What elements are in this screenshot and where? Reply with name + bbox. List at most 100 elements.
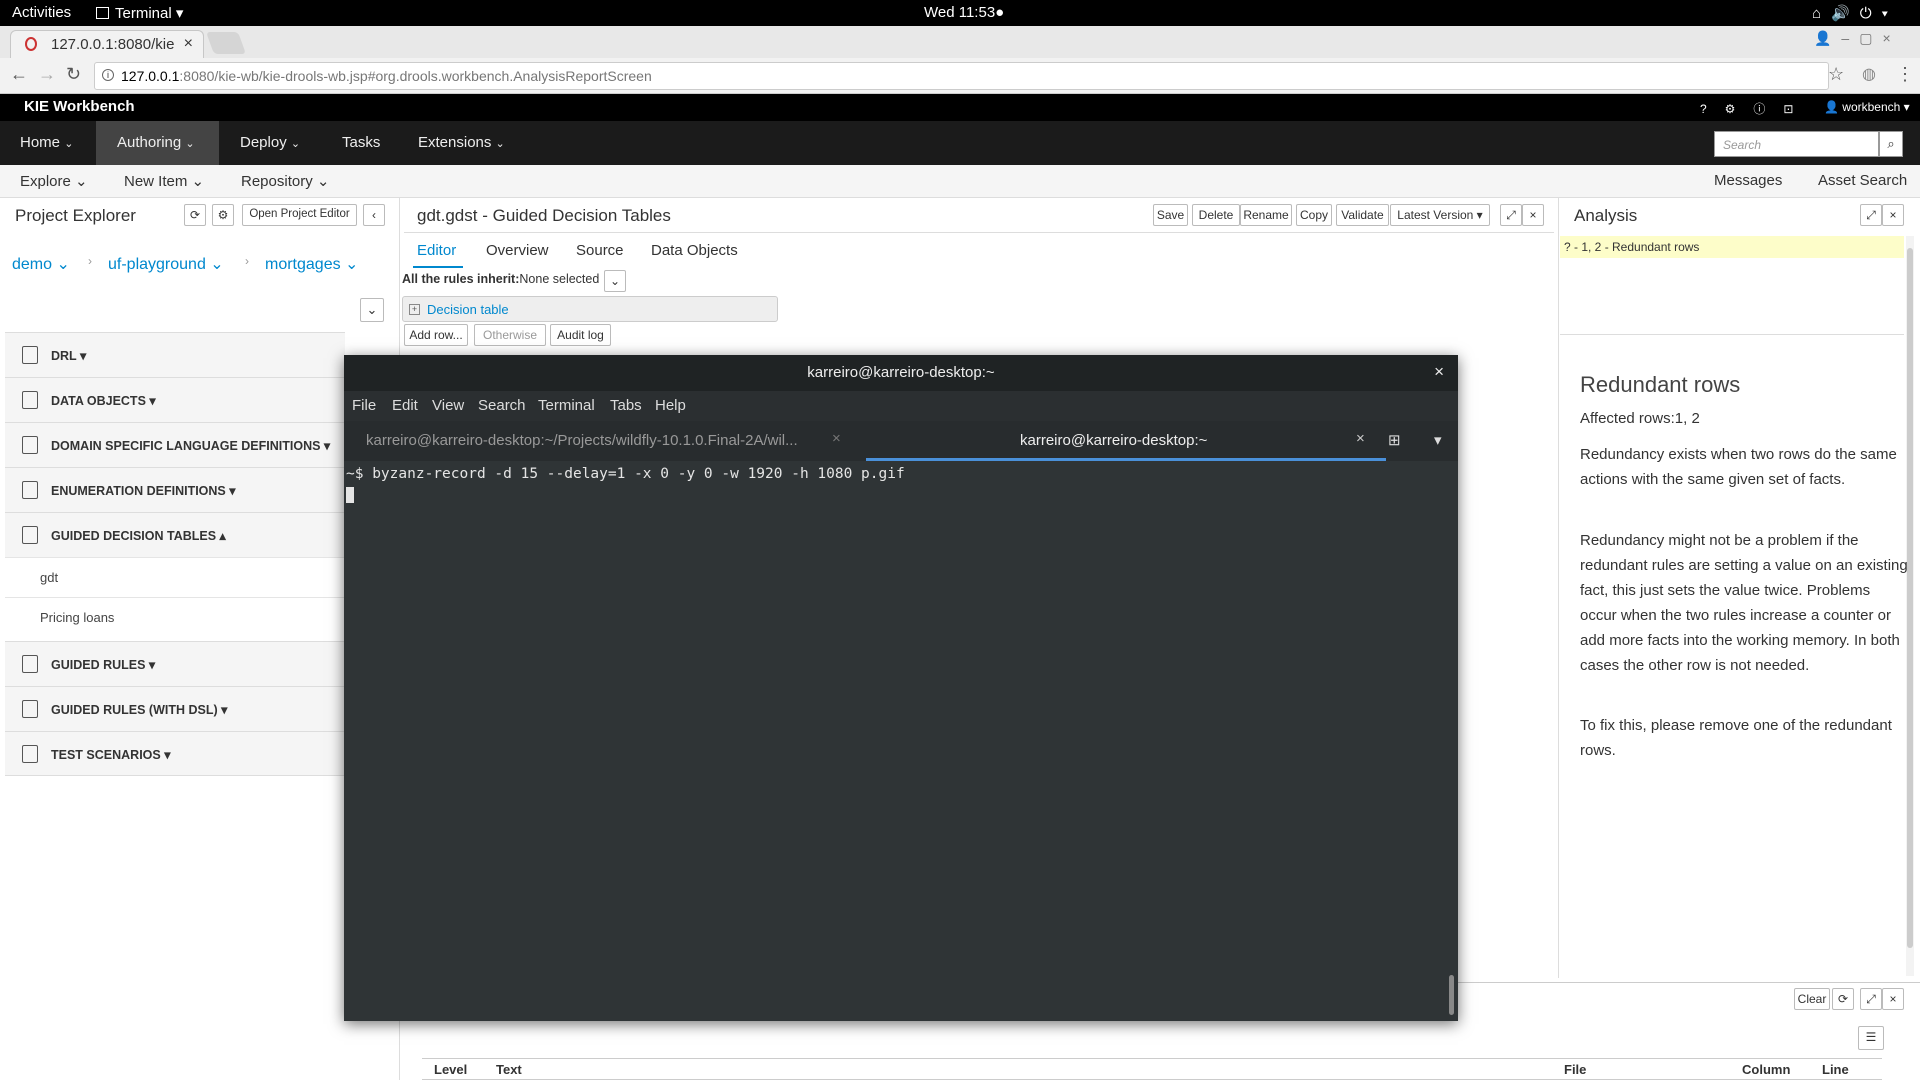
terminal-tab[interactable]: karreiro@karreiro-desktop:~/Projects/wil…: [344, 421, 866, 461]
close-icon[interactable]: ×: [1434, 362, 1444, 382]
explore-menu[interactable]: Explore ⌄: [20, 172, 88, 190]
asset-item-pricing-loans[interactable]: Pricing loans: [5, 597, 345, 637]
tab-data-objects[interactable]: Data Objects: [651, 242, 738, 259]
nav-tasks[interactable]: Tasks: [342, 121, 380, 165]
copy-button[interactable]: Copy: [1296, 204, 1332, 226]
category-data-objects[interactable]: DATA OBJECTS ▾: [5, 377, 345, 422]
browser-tab[interactable]: 127.0.0.1:8080/kie ×: [10, 30, 204, 58]
expand-icon[interactable]: +: [409, 304, 420, 315]
column-header[interactable]: Text: [496, 1062, 522, 1077]
close-icon[interactable]: ×: [1522, 204, 1544, 226]
search-input[interactable]: Search: [1714, 131, 1879, 157]
chevron-down-icon[interactable]: ⌄: [360, 298, 384, 322]
latest-version-label: Latest Version: [1397, 208, 1474, 222]
gear-icon[interactable]: ⚙: [212, 204, 234, 226]
maximize-icon[interactable]: ⤢: [1500, 204, 1522, 226]
list-view-icon[interactable]: ☰: [1858, 1026, 1884, 1050]
address-bar[interactable]: i 127.0.0.1:8080/kie-wb/kie-drools-wb.js…: [94, 62, 1829, 90]
breadcrumb-org[interactable]: demo ⌄: [12, 254, 70, 274]
menu-help[interactable]: Help: [655, 397, 686, 414]
repository-menu[interactable]: Repository ⌄: [241, 172, 329, 190]
forward-icon[interactable]: →: [38, 64, 56, 85]
info-icon[interactable]: i: [102, 69, 114, 81]
category-label: ENUMERATION DEFINITIONS: [51, 484, 226, 498]
terminal-body[interactable]: ~$ byzanz-record -d 15 --delay=1 -x 0 -y…: [344, 461, 1458, 1021]
activities-button[interactable]: Activities: [12, 4, 71, 21]
terminal-titlebar[interactable]: karreiro@karreiro-desktop:~ ×: [344, 355, 1458, 391]
window-controls[interactable]: 👤–▢×: [1814, 30, 1901, 47]
maximize-icon[interactable]: ⤢: [1860, 204, 1882, 226]
terminal-scrollbar[interactable]: [1448, 461, 1456, 1021]
menu-edit[interactable]: Edit: [392, 397, 418, 414]
category-test-scenarios[interactable]: TEST SCENARIOS ▾: [5, 731, 345, 776]
tabs-menu-icon[interactable]: ▾: [1434, 431, 1442, 449]
menu-search[interactable]: Search: [478, 397, 526, 414]
add-row-button[interactable]: Add row...: [404, 324, 468, 346]
menu-tabs[interactable]: Tabs: [610, 397, 642, 414]
bookmark-star-icon[interactable]: ☆: [1828, 64, 1844, 85]
refresh-icon[interactable]: ⟳: [1832, 988, 1854, 1010]
maximize-icon[interactable]: ⤢: [1860, 988, 1882, 1010]
analysis-issue-row[interactable]: ? - 1, 2 - Redundant rows: [1560, 236, 1904, 258]
clock[interactable]: Wed 11:53●: [924, 4, 1004, 21]
open-project-editor-button[interactable]: Open Project Editor: [242, 204, 357, 226]
tab-source[interactable]: Source: [576, 242, 624, 259]
clear-button[interactable]: Clear: [1794, 988, 1830, 1010]
terminal-tab-active[interactable]: karreiro@karreiro-desktop:~ ×: [866, 421, 1386, 461]
delete-button[interactable]: Delete: [1192, 204, 1240, 226]
close-tab-icon[interactable]: ×: [832, 430, 841, 447]
extension-icon[interactable]: ◍: [1862, 64, 1876, 84]
category-drl[interactable]: DRL ▾: [5, 332, 345, 377]
menu-file[interactable]: File: [352, 397, 376, 414]
nav-extensions[interactable]: Extensions ⌄: [418, 121, 505, 165]
browser-menu-icon[interactable]: ⋮: [1896, 64, 1914, 85]
collapse-left-icon[interactable]: ‹: [363, 204, 385, 226]
new-tab-button[interactable]: [205, 32, 247, 54]
breadcrumb-repository[interactable]: uf-playground ⌄: [108, 254, 224, 274]
close-tab-icon[interactable]: ×: [1356, 430, 1365, 447]
category-guided-decision-tables[interactable]: GUIDED DECISION TABLES ▴: [5, 512, 345, 557]
new-item-menu[interactable]: New Item ⌄: [124, 172, 204, 190]
asset-search-link[interactable]: Asset Search: [1818, 172, 1907, 189]
otherwise-button[interactable]: Otherwise: [474, 324, 546, 346]
save-button[interactable]: Save: [1153, 204, 1188, 226]
category-guided-rules[interactable]: GUIDED RULES ▾: [5, 641, 345, 686]
terminal-app-menu[interactable]: Terminal ▾: [96, 4, 183, 22]
terminal-window[interactable]: karreiro@karreiro-desktop:~ × File Edit …: [344, 355, 1458, 1021]
category-dsl[interactable]: DOMAIN SPECIFIC LANGUAGE DEFINITIONS ▾: [5, 422, 345, 467]
tab-overview[interactable]: Overview: [486, 242, 549, 259]
nav-authoring[interactable]: Authoring ⌄: [96, 121, 219, 165]
rename-button[interactable]: Rename: [1240, 204, 1292, 226]
reload-icon[interactable]: ↻: [66, 64, 81, 85]
audit-log-button[interactable]: Audit log: [550, 324, 611, 346]
category-guided-rules-dsl[interactable]: GUIDED RULES (WITH DSL) ▾: [5, 686, 345, 731]
inherit-dropdown[interactable]: ⌄: [604, 270, 626, 292]
new-tab-icon[interactable]: ⊞: [1388, 431, 1401, 449]
refresh-icon[interactable]: ⟳: [184, 204, 206, 226]
column-header[interactable]: Column: [1742, 1062, 1790, 1077]
close-icon[interactable]: ×: [1882, 988, 1904, 1010]
search-icon[interactable]: ⌕: [1879, 131, 1903, 157]
close-icon[interactable]: ×: [1882, 204, 1904, 226]
tab-editor[interactable]: Editor: [417, 242, 456, 259]
nav-home[interactable]: Home ⌄: [20, 121, 73, 165]
column-header[interactable]: Line: [1822, 1062, 1849, 1077]
validate-button[interactable]: Validate: [1336, 204, 1389, 226]
category-enumerations[interactable]: ENUMERATION DEFINITIONS ▾: [5, 467, 345, 512]
column-header[interactable]: Level: [434, 1062, 467, 1077]
system-status-icons[interactable]: ⌂🔊⏻▾: [1812, 4, 1898, 22]
close-tab-icon[interactable]: ×: [184, 35, 193, 53]
messages-link[interactable]: Messages: [1714, 172, 1782, 189]
back-icon[interactable]: ←: [10, 64, 28, 85]
nav-deploy[interactable]: Deploy ⌄: [240, 121, 300, 165]
decision-table-panel[interactable]: + Decision table: [402, 296, 778, 322]
user-menu[interactable]: 👤 workbench ▾: [1824, 100, 1910, 114]
latest-version-dropdown[interactable]: Latest Version ▾: [1390, 204, 1490, 226]
menu-terminal[interactable]: Terminal: [538, 397, 595, 414]
header-icons[interactable]: ?⚙ⓘ⊡: [1700, 100, 1812, 117]
menu-view[interactable]: View: [432, 397, 464, 414]
terminal-tab-label: karreiro@karreiro-desktop:~/Projects/wil…: [366, 432, 798, 449]
asset-item-gdt[interactable]: gdt: [5, 557, 345, 597]
breadcrumb-project[interactable]: mortgages ⌄: [265, 254, 358, 274]
column-header[interactable]: File: [1564, 1062, 1586, 1077]
